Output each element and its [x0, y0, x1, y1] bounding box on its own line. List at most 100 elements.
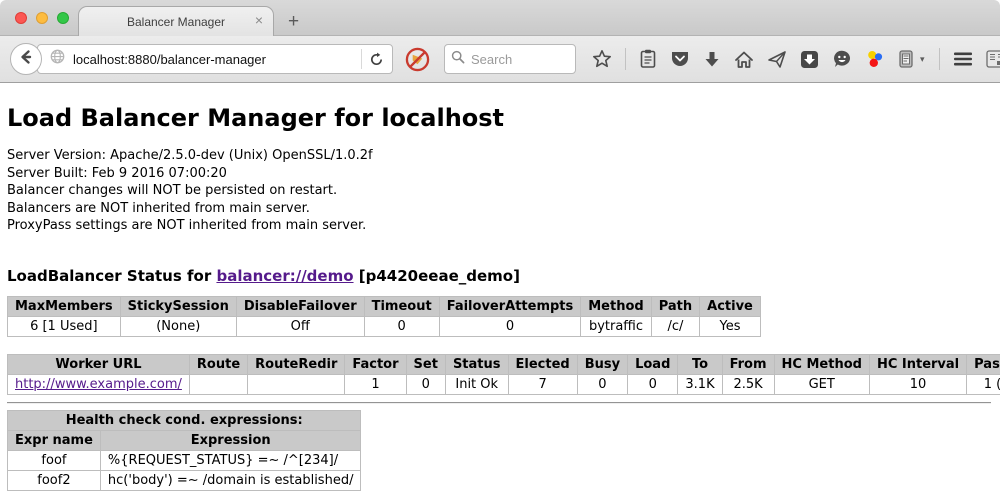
page-content: Load Balancer Manager for localhost Serv… — [0, 83, 1000, 491]
balancer-settings-table: MaxMembers StickySession DisableFailover… — [7, 296, 761, 337]
col-failoverattempts: FailoverAttempts — [439, 296, 581, 316]
cell-from: 2.5K — [722, 374, 774, 394]
cell-factor: 1 — [345, 374, 406, 394]
url-path: :8880/balancer-manager — [124, 52, 266, 67]
col-path: Path — [651, 296, 699, 316]
tab-title: Balancer Manager — [127, 15, 225, 29]
tab-bar: Balancer Manager × + — [0, 0, 1000, 36]
search-input[interactable] — [471, 52, 561, 67]
reload-button[interactable] — [369, 52, 392, 67]
col-route: Route — [189, 354, 247, 374]
globe-icon — [50, 49, 65, 69]
toolbar-separator-2 — [939, 48, 940, 70]
cell-method: bytraffic — [581, 316, 651, 336]
tab-close-icon[interactable]: × — [255, 13, 263, 27]
cell-to: 3.1K — [678, 374, 722, 394]
inherit-notice-line: Balancers are NOT inherited from main se… — [7, 200, 992, 218]
cell-set: 0 — [406, 374, 445, 394]
cell-disablefailover: Off — [236, 316, 364, 336]
server-built-line: Server Built: Feb 9 2016 07:00:20 — [7, 165, 992, 183]
window-zoom-button[interactable] — [57, 12, 69, 24]
cell-hc-interval: 10 — [869, 374, 966, 394]
new-tab-button[interactable]: + — [288, 12, 299, 31]
hamburger-menu-icon[interactable] — [953, 48, 973, 70]
col-set: Set — [406, 354, 445, 374]
toolbar-icons: ▾ — [592, 48, 925, 70]
search-bar[interactable] — [444, 44, 576, 74]
cell-expr-name: foof2 — [8, 470, 101, 490]
balancer-status-heading: LoadBalancer Status for balancer://demo … — [7, 267, 992, 285]
toolbar-separator — [625, 48, 626, 70]
col-factor: Factor — [345, 354, 406, 374]
col-timeout: Timeout — [364, 296, 439, 316]
cell-passes: 1 (0) — [967, 374, 1000, 394]
cell-route — [189, 374, 247, 394]
cell-maxmembers: 6 [1 Used] — [8, 316, 121, 336]
balancer-demo-link[interactable]: balancer://demo — [216, 267, 353, 285]
table-header-row: MaxMembers StickySession DisableFailover… — [8, 296, 761, 316]
col-disablefailover: DisableFailover — [236, 296, 364, 316]
url-text: localhost:8880/balancer-manager — [73, 52, 266, 67]
proxypass-notice-line: ProxyPass settings are NOT inherited fro… — [7, 217, 992, 235]
col-hc-method: HC Method — [774, 354, 869, 374]
worker-url-link[interactable]: http://www.example.com/ — [15, 377, 182, 392]
urlbar-separator — [361, 49, 362, 69]
browser-window: Balancer Manager × + localhost:8880/bala… — [0, 0, 1000, 491]
col-active: Active — [700, 296, 761, 316]
home-icon[interactable] — [734, 48, 754, 70]
cell-expression: hc('body') =~ /domain is established/ — [100, 470, 361, 490]
tab-groups-icon[interactable] — [986, 48, 1000, 70]
reading-list-icon[interactable] — [639, 48, 657, 70]
clipboard-manager-icon[interactable] — [898, 48, 914, 70]
col-load: Load — [628, 354, 678, 374]
cell-expression: %{REQUEST_STATUS} =~ /^[234]/ — [100, 450, 361, 470]
col-maxmembers: MaxMembers — [8, 296, 121, 316]
table-row: foof2 hc('body') =~ /domain is establish… — [8, 470, 361, 490]
col-routeredir: RouteRedir — [248, 354, 345, 374]
status-prefix: LoadBalancer Status for — [7, 267, 216, 285]
persist-notice-line: Balancer changes will NOT be persisted o… — [7, 182, 992, 200]
downloads-icon[interactable] — [703, 48, 721, 70]
tab-balancer-manager[interactable]: Balancer Manager × — [78, 6, 274, 36]
page-title: Load Balancer Manager for localhost — [7, 83, 992, 132]
cell-active: Yes — [700, 316, 761, 336]
col-stickysession: StickySession — [120, 296, 236, 316]
cell-stickysession: (None) — [120, 316, 236, 336]
cell-hc-method: GET — [774, 374, 869, 394]
worker-status-table: Worker URL Route RouteRedir Factor Set S… — [7, 354, 1000, 395]
section-divider — [7, 402, 991, 404]
cell-timeout: 0 — [364, 316, 439, 336]
cell-elected: 7 — [508, 374, 577, 394]
url-domain: localhost — [73, 52, 124, 67]
window-controls — [15, 12, 69, 24]
col-from: From — [722, 354, 774, 374]
col-method: Method — [581, 296, 651, 316]
overflow-caret-icon[interactable]: ▾ — [920, 54, 925, 65]
server-info: Server Version: Apache/2.5.0-dev (Unix) … — [7, 147, 992, 235]
table-title-row: Health check cond. expressions: — [8, 410, 361, 430]
health-check-table: Health check cond. expressions: Expr nam… — [7, 410, 361, 491]
server-version-line: Server Version: Apache/2.5.0-dev (Unix) … — [7, 147, 992, 165]
bookmark-star-icon[interactable] — [592, 48, 612, 70]
plugin-blocked-icon[interactable] — [405, 47, 430, 72]
health-table-title: Health check cond. expressions: — [8, 410, 361, 430]
cell-status: Init Ok — [445, 374, 508, 394]
pocket-icon[interactable] — [670, 48, 690, 70]
send-page-icon[interactable] — [767, 48, 787, 70]
col-expr-name: Expr name — [8, 430, 101, 450]
back-arrow-icon — [18, 49, 34, 70]
cell-routeredir — [248, 374, 345, 394]
col-busy: Busy — [577, 354, 627, 374]
table-header-row: Worker URL Route RouteRedir Factor Set S… — [8, 354, 1000, 374]
col-elected: Elected — [508, 354, 577, 374]
download-helper-balls-icon[interactable] — [865, 48, 885, 70]
chat-smiley-icon[interactable] — [832, 48, 852, 70]
back-button[interactable] — [10, 43, 42, 75]
url-bar[interactable]: localhost:8880/balancer-manager — [37, 44, 393, 74]
navigation-toolbar: localhost:8880/balancer-manager — [0, 36, 1000, 83]
col-worker-url: Worker URL — [8, 354, 190, 374]
window-minimize-button[interactable] — [36, 12, 48, 24]
col-status: Status — [445, 354, 508, 374]
video-download-icon[interactable] — [800, 48, 819, 70]
window-close-button[interactable] — [15, 12, 27, 24]
